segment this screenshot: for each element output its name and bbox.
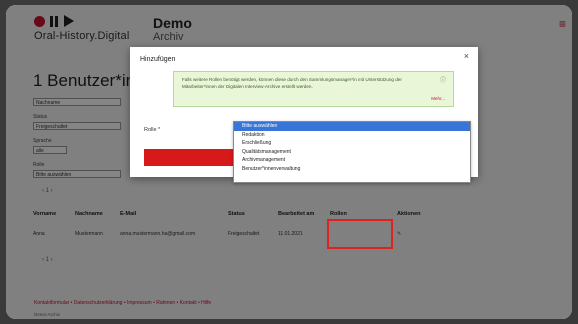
roles-cell-highlight[interactable] [327, 219, 393, 249]
role-option-erschliessung[interactable]: Erschließung [234, 139, 470, 148]
close-icon[interactable]: × [464, 51, 469, 61]
info-box: Falls weitere Rollen benötigt werden, kö… [173, 71, 454, 107]
role-option-redaktion[interactable]: Redaktion [234, 131, 470, 140]
dialog-title: Hinzufügen [140, 56, 176, 63]
role-option-qualitaetsmanagement[interactable]: Qualitätsmanagement [234, 148, 470, 157]
browser-viewport: Oral-History.Digital Demo Archiv ≡ 1 Ben… [6, 5, 572, 319]
role-option-benutzerverwaltung[interactable]: Benutzer*innenverwaltung [234, 165, 470, 174]
role-dropdown[interactable]: Bitte auswählen Redaktion Erschließung Q… [233, 121, 471, 183]
submit-button[interactable] [144, 149, 238, 166]
info-icon: ⓘ [439, 78, 446, 84]
more-link[interactable]: Mehr... [431, 96, 445, 101]
info-text: Falls weitere Rollen benötigt werden, kö… [182, 77, 402, 89]
role-option-archivmanagement[interactable]: Archivmanagement [234, 156, 470, 165]
role-option-placeholder[interactable]: Bitte auswählen [234, 122, 470, 131]
role-field-label: Rolle * [144, 127, 161, 133]
